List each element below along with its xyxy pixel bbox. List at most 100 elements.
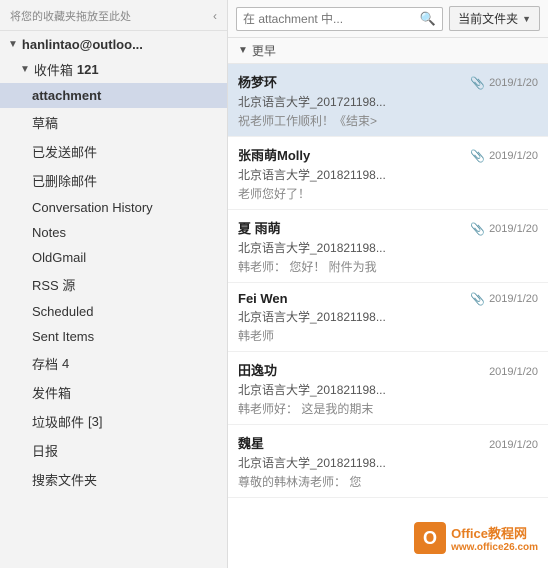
sidebar-item-label: 发件箱 bbox=[32, 383, 71, 402]
inbox-badge: 121 bbox=[77, 62, 99, 77]
sidebar-item-draft[interactable]: 草稿 bbox=[0, 108, 227, 137]
email-subject: 北京语言大学_201821198... bbox=[238, 454, 538, 471]
main-panel-wrapper: 🔍 当前文件夹 ▼ ▼ 更早 杨梦环📎2019/1/20北京语言大学_20172… bbox=[228, 0, 548, 568]
sidebar-item-label: RSS 源 bbox=[32, 275, 75, 294]
main-panel: 🔍 当前文件夹 ▼ ▼ 更早 杨梦环📎2019/1/20北京语言大学_20172… bbox=[228, 0, 548, 568]
email-item-top: 魏星2019/1/20 bbox=[238, 433, 538, 452]
sidebar-item-badge: 4 bbox=[62, 356, 69, 371]
sidebar-item-archive[interactable]: 存档 4 bbox=[0, 349, 227, 378]
sidebar-item-sent[interactable]: 已发送邮件 bbox=[0, 137, 227, 166]
email-meta: 📎 2019/1/20 bbox=[470, 149, 538, 163]
sidebar-item-badge: [3] bbox=[88, 414, 102, 429]
email-meta: 📎 2019/1/20 bbox=[470, 222, 538, 236]
email-list-item[interactable]: 魏星2019/1/20 北京语言大学_201821198... 尊敬的韩林涛老师： … bbox=[228, 425, 548, 498]
email-item-top: Fei Wen📎 2019/1/20 bbox=[238, 291, 538, 306]
email-list-item[interactable]: 田逸功2019/1/20 北京语言大学_201821198... 韩老师好： 这是我… bbox=[228, 352, 548, 425]
attachment-icon: 📎 bbox=[470, 292, 485, 306]
email-item-top: 张雨萌Molly📎 2019/1/20 bbox=[238, 145, 538, 164]
sidebar-item-label: 搜索文件夹 bbox=[32, 470, 97, 489]
sidebar-item-label: 存档 bbox=[32, 354, 58, 373]
sidebar-item-label: 已删除邮件 bbox=[32, 171, 97, 190]
email-subject: 北京语言大学_201721198... bbox=[238, 93, 538, 110]
email-subject: 北京语言大学_201821198... bbox=[238, 308, 538, 325]
email-preview: 韩老师好： 这是我的期末 bbox=[238, 400, 538, 417]
email-list: 杨梦环📎2019/1/20北京语言大学_201721198...祝老师工作顺利！… bbox=[228, 64, 548, 568]
collapse-icon[interactable]: ‹ bbox=[213, 9, 217, 23]
email-list-section-header: ▼ 更早 bbox=[228, 38, 548, 64]
email-preview: 尊敬的韩林涛老师： 您 bbox=[238, 473, 538, 490]
email-sender: 夏 雨萌 bbox=[238, 218, 470, 237]
email-item-top: 杨梦环📎 2019/1/20 bbox=[238, 72, 538, 91]
sidebar-item-outbox[interactable]: 发件箱 bbox=[0, 378, 227, 407]
sidebar-item-label: 草稿 bbox=[32, 113, 58, 132]
email-subject: 北京语言大学_201821198... bbox=[238, 381, 538, 398]
sidebar-item-scheduled[interactable]: Scheduled bbox=[0, 299, 227, 324]
search-icon: 🔍 bbox=[420, 11, 436, 27]
email-subject: 北京语言大学_201821198... bbox=[238, 166, 538, 183]
email-subject: 北京语言大学_201821198... bbox=[238, 239, 538, 256]
email-sender: 魏星 bbox=[238, 433, 489, 452]
sidebar-item-label: 日报 bbox=[32, 441, 58, 460]
email-preview: 祝老师工作顺利！《结束> bbox=[238, 112, 538, 129]
email-meta: 📎 2019/1/20 bbox=[470, 76, 538, 90]
inbox-expand-icon: ▼ bbox=[20, 64, 30, 75]
sidebar-item-label: Sent Items bbox=[32, 329, 94, 344]
sidebar-item-daily[interactable]: 日报 bbox=[0, 436, 227, 465]
sidebar-item-search[interactable]: 搜索文件夹 bbox=[0, 465, 227, 494]
account-item[interactable]: ▼ hanlintao@outloo... bbox=[0, 31, 227, 56]
folder-list: attachment 草稿已发送邮件已删除邮件 Conversation Histo… bbox=[0, 83, 227, 494]
sidebar-item-label: 垃圾邮件 bbox=[32, 412, 84, 431]
email-sender: Fei Wen bbox=[238, 291, 470, 306]
attachment-icon: 📎 bbox=[470, 149, 485, 163]
email-sender: 杨梦环 bbox=[238, 72, 470, 91]
email-date: 2019/1/20 bbox=[489, 293, 538, 305]
email-meta: 📎 2019/1/20 bbox=[470, 292, 538, 306]
email-meta: 2019/1/20 bbox=[489, 366, 538, 378]
sidebar-item-label: attachment bbox=[32, 88, 101, 103]
sidebar-item-label: Conversation History bbox=[32, 200, 153, 215]
sidebar-item-rss[interactable]: RSS 源 bbox=[0, 270, 227, 299]
email-preview: 韩老师 bbox=[238, 327, 538, 344]
sidebar-item-deleted[interactable]: 已删除邮件 bbox=[0, 166, 227, 195]
email-list-item[interactable]: 杨梦环📎 2019/1/20 北京语言大学_201721198... 祝老师工作顺利！… bbox=[228, 64, 548, 137]
email-list-item[interactable]: 张雨萌Molly📎 2019/1/20 北京语言大学_201821198... 老师您… bbox=[228, 137, 548, 210]
sidebar-item-label: OldGmail bbox=[32, 250, 86, 265]
email-item-top: 夏 雨萌📎 2019/1/20 bbox=[238, 218, 538, 237]
inbox-item[interactable]: ▼ 收件箱 121 bbox=[0, 56, 227, 83]
account-expand-icon: ▼ bbox=[8, 39, 18, 50]
sidebar-item-conversation[interactable]: Conversation History bbox=[0, 195, 227, 220]
email-list-item[interactable]: 夏 雨萌📎 2019/1/20 北京语言大学_201821198... 韩老师： 您好… bbox=[228, 210, 548, 283]
sidebar-item-sentitems[interactable]: Sent Items bbox=[0, 324, 227, 349]
attachment-icon: 📎 bbox=[470, 76, 485, 90]
account-name: hanlintao@outloo... bbox=[22, 37, 143, 52]
sidebar-item-label: Scheduled bbox=[32, 304, 93, 319]
section-expand-icon: ▼ bbox=[238, 45, 248, 56]
sidebar-item-label: 已发送邮件 bbox=[32, 142, 97, 161]
drag-hint: 将您的收藏夹拖放至此处 bbox=[10, 8, 131, 24]
sidebar-content: ▼ hanlintao@outloo... ▼ 收件箱 121 attachme… bbox=[0, 31, 227, 568]
sidebar-item-label: Notes bbox=[32, 225, 66, 240]
sidebar-item-junk[interactable]: 垃圾邮件 [3] bbox=[0, 407, 227, 436]
email-date: 2019/1/20 bbox=[489, 366, 538, 378]
scope-label: 当前文件夹 bbox=[458, 10, 518, 27]
email-list-item[interactable]: Fei Wen📎 2019/1/20 北京语言大学_201821198... 韩老师 bbox=[228, 283, 548, 352]
scope-button[interactable]: 当前文件夹 ▼ bbox=[449, 6, 540, 31]
sidebar-item-oldgmail[interactable]: OldGmail bbox=[0, 245, 227, 270]
search-bar: 🔍 当前文件夹 ▼ bbox=[228, 0, 548, 38]
sidebar: 将您的收藏夹拖放至此处 ‹ ▼ hanlintao@outloo... ▼ 收件… bbox=[0, 0, 228, 568]
sidebar-item-notes[interactable]: Notes bbox=[0, 220, 227, 245]
email-date: 2019/1/20 bbox=[489, 439, 538, 451]
email-date: 2019/1/20 bbox=[489, 150, 538, 162]
email-item-top: 田逸功2019/1/20 bbox=[238, 360, 538, 379]
email-date: 2019/1/20 bbox=[489, 77, 538, 89]
search-input[interactable] bbox=[243, 12, 416, 26]
section-label: 更早 bbox=[252, 42, 276, 59]
attachment-icon: 📎 bbox=[470, 222, 485, 236]
email-preview: 老师您好了！ bbox=[238, 185, 538, 202]
email-preview: 韩老师： 您好！ 附件为我 bbox=[238, 258, 538, 275]
search-input-wrap[interactable]: 🔍 bbox=[236, 7, 443, 31]
email-sender: 张雨萌Molly bbox=[238, 145, 470, 164]
email-date: 2019/1/20 bbox=[489, 223, 538, 235]
sidebar-item-attachment[interactable]: attachment bbox=[0, 83, 227, 108]
sidebar-header: 将您的收藏夹拖放至此处 ‹ bbox=[0, 0, 227, 31]
